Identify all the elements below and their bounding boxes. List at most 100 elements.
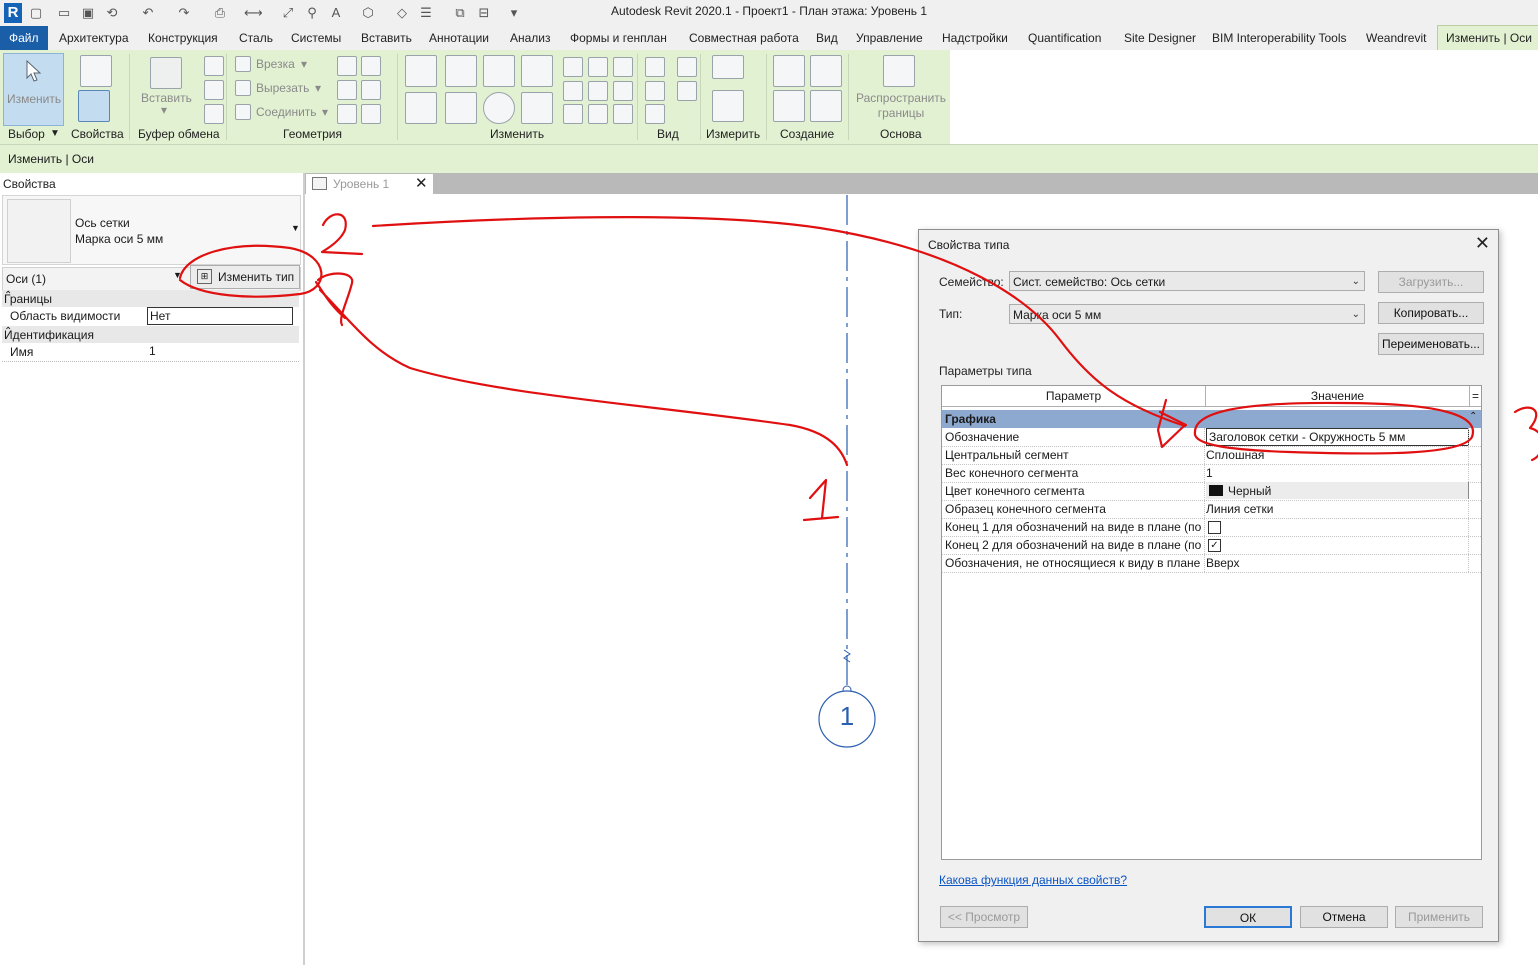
modify-button[interactable]: Изменить [3,53,64,126]
tab-annotate[interactable]: Аннотации [429,26,489,50]
tab-collaborate[interactable]: Совместная работа [689,26,799,50]
param-row[interactable]: Обозначение Заголовок сетки - Окружность… [942,428,1481,447]
tab-site-designer[interactable]: Site Designer [1124,26,1196,50]
delete-icon[interactable] [613,104,633,124]
mirror-draw-icon[interactable] [521,55,553,87]
trim-single-icon[interactable] [563,104,583,124]
value-column-header[interactable]: Значение [1206,386,1470,407]
tab-modify-grids[interactable]: Изменить | Оси [1437,25,1538,51]
cut-dropdown-icon[interactable]: ▾ [315,81,321,95]
edit-type-button[interactable]: ⊞ Изменить тип [190,265,300,289]
tab-manage[interactable]: Управление [856,26,923,50]
tab-insert[interactable]: Вставить [361,26,412,50]
view-tab[interactable]: Уровень 1 ✕ [306,174,433,194]
wall-joins-icon[interactable] [337,56,357,76]
param-value[interactable]: Сплошная [1206,448,1264,462]
create-parts-icon[interactable] [773,90,805,122]
create-similar-icon[interactable] [810,90,842,122]
tab-bim-interoperability[interactable]: BIM Interoperability Tools [1212,26,1347,50]
trim-multiple-icon[interactable] [588,104,608,124]
close-icon[interactable]: ✕ [1475,233,1490,254]
param-row[interactable]: Цвет конечного сегмента Черный [942,482,1481,501]
offset-icon[interactable] [445,55,477,87]
color-picker-button[interactable]: Черный [1206,482,1469,499]
type-select[interactable]: Марка оси 5 мм ⌄ [1009,304,1365,324]
move-icon[interactable] [405,92,437,124]
pin-icon[interactable] [613,57,633,77]
panel-select[interactable]: Выбор [8,127,45,141]
properties-icon[interactable] [78,90,110,122]
param-value[interactable]: Вверх [1206,556,1239,570]
name-value[interactable]: 1 [147,343,291,359]
paint-icon[interactable] [337,80,357,100]
filter-dropdown-icon[interactable]: ▼ [173,270,182,280]
copy-button[interactable]: Копировать... [1378,302,1484,324]
split-gap-icon[interactable] [588,57,608,77]
tab-systems[interactable]: Системы [291,26,341,50]
cancel-button[interactable]: Отмена [1300,906,1388,928]
hide-in-view-icon[interactable] [645,57,665,77]
param-row[interactable]: Образец конечного сегмента Линия сетки [942,500,1481,519]
help-link[interactable]: Какова функция данных свойств? [939,873,1127,887]
eraser-icon[interactable] [645,104,665,124]
section-extents[interactable]: Границы ⌃ [2,290,299,307]
tab-structure[interactable]: Конструкция [148,26,218,50]
array-icon[interactable] [563,81,583,101]
param-value[interactable]: 1 [1206,466,1213,480]
tab-view[interactable]: Вид [816,26,838,50]
end1-checkbox[interactable] [1208,521,1221,534]
cope-dropdown-icon[interactable]: ▾ [301,57,307,71]
mirror-axis-icon[interactable] [483,55,515,87]
rotate-icon[interactable] [483,92,515,124]
end2-checkbox[interactable]: ✓ [1208,539,1221,552]
collapse-icon[interactable]: ⌃ [4,290,293,301]
tab-analyze[interactable]: Анализ [510,26,551,50]
load-button[interactable]: Загрузить... [1378,271,1484,293]
apply-button[interactable]: Применить [1395,906,1483,928]
create-group-icon[interactable] [810,55,842,87]
copy-clipboard-icon[interactable] [204,80,224,100]
family-select[interactable]: Сист. семейство: Ось сетки ⌄ [1009,271,1365,291]
select-dropdown-icon[interactable]: ▼ [50,128,60,139]
tab-massing-site[interactable]: Формы и генплан [570,26,667,50]
paste-icon[interactable] [150,57,182,89]
tab-weandrevit[interactable]: Weandrevit [1366,26,1426,50]
copy-icon[interactable] [445,92,477,124]
join-dropdown-icon[interactable]: ▾ [322,105,328,119]
type-selector[interactable]: Ось сетки Марка оси 5 мм ▼ [2,195,301,265]
rename-button[interactable]: Переименовать... [1378,333,1484,355]
type-properties-icon[interactable] [80,55,112,87]
sort-equals-icon[interactable]: = [1470,386,1481,407]
collapse-icon[interactable]: ⌃ [1469,411,1477,422]
tab-addins[interactable]: Надстройки [942,26,1008,50]
match-type-icon[interactable] [204,104,224,124]
pick-icon[interactable] [361,104,381,124]
tab-quantification[interactable]: Quantification [1028,26,1101,50]
ok-button[interactable]: ОК [1204,906,1292,928]
override-graphics-icon[interactable] [677,57,697,77]
trim-extend-icon[interactable] [521,92,553,124]
tab-file[interactable]: Файл [0,26,48,50]
param-row[interactable]: Конец 2 для обозначений на виде в плане … [942,536,1481,555]
param-row[interactable]: Конец 1 для обозначений на виде в плане … [942,518,1481,537]
param-column-header[interactable]: Параметр [942,386,1206,407]
section-identity[interactable]: Идентификация ⌃ [2,326,299,343]
param-row[interactable]: Центральный сегмент Сплошная [942,446,1481,465]
collapse-icon[interactable]: ⌃ [4,326,293,337]
symbol-value-select[interactable]: Заголовок сетки - Окружность 5 мм [1206,428,1469,446]
cut-geometry-icon[interactable] [235,80,251,96]
scale-icon[interactable] [588,81,608,101]
visibility-icon[interactable] [677,81,697,101]
paste-dropdown-icon[interactable]: ▾ [161,103,167,117]
scope-box-value[interactable]: Нет [147,307,293,325]
demolish-icon[interactable] [337,104,357,124]
unpin-icon[interactable] [613,81,633,101]
param-row[interactable]: Обозначения, не относящиеся к виду в пла… [942,554,1481,573]
align-icon[interactable] [405,55,437,87]
tab-steel[interactable]: Сталь [239,26,273,50]
cope-icon[interactable] [235,56,251,72]
preview-button[interactable]: << Просмотр [940,906,1028,928]
param-value[interactable]: Линия сетки [1206,502,1273,516]
cut-clipboard-icon[interactable] [204,56,224,76]
propagate-extents-icon[interactable] [883,55,915,87]
